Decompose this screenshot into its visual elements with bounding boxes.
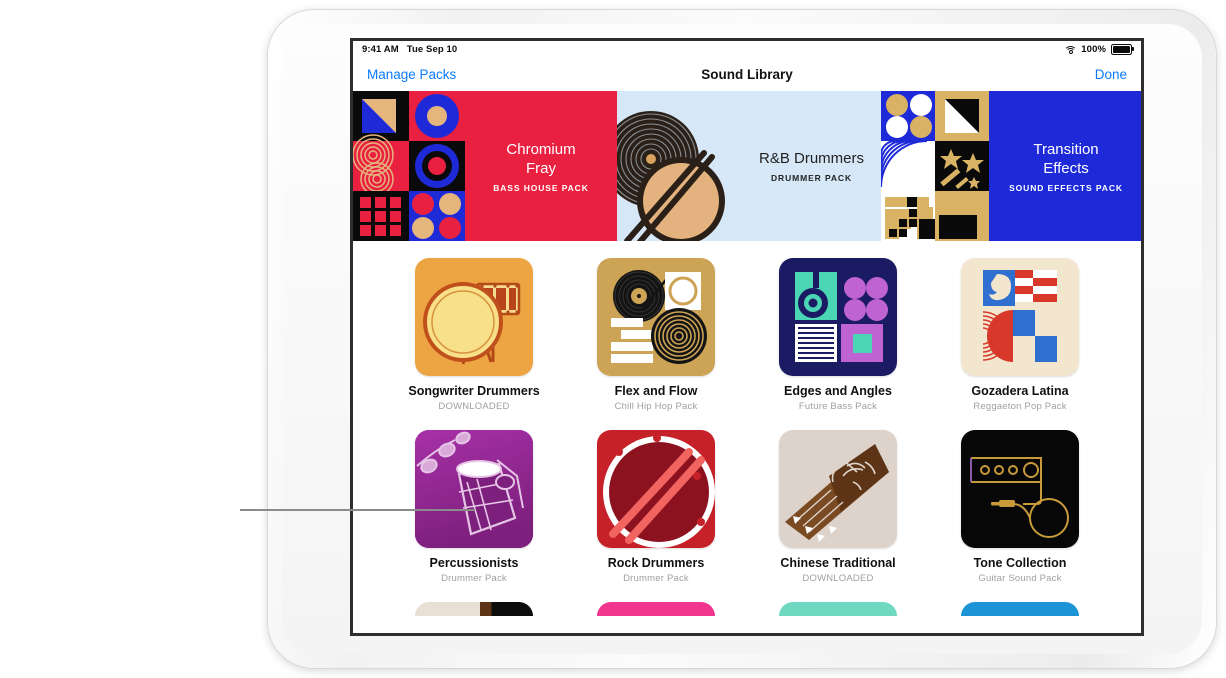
banner-title: R&B Drummers (758, 150, 864, 167)
banner-subtitle: SOUND EFFECTS PACK (1009, 182, 1123, 193)
sound-pack-grid[interactable]: Songwriter Drummers DOWNLOADED Flex and … (353, 241, 1141, 633)
page-title: Sound Library (701, 67, 793, 82)
pack-row: Songwriter Drummers DOWNLOADED Flex and … (353, 241, 1141, 412)
pack-row: Percussionists Drummer Pack Rock Drummer… (353, 412, 1141, 584)
pack-artwork (415, 430, 533, 548)
banner-chromium-fray[interactable]: Chromium Fray BASS HOUSE PACK (353, 91, 617, 241)
pack-artwork (597, 258, 715, 376)
pack-artwork (961, 258, 1079, 376)
pack-item-edges-and-angles[interactable]: Edges and Angles Future Bass Pack (747, 258, 929, 412)
pack-artwork (961, 602, 1079, 616)
banner-subtitle: DRUMMER PACK (771, 173, 852, 183)
pack-subtitle: Reggaeton Pop Pack (973, 401, 1067, 412)
status-date: Tue Sep 10 (406, 44, 458, 55)
pack-item-partial-2[interactable] (565, 602, 747, 616)
pack-item-flex-and-flow[interactable]: Flex and Flow Chill Hip Hop Pack (565, 258, 747, 412)
callout-line (240, 509, 475, 511)
pack-name: Edges and Angles (784, 384, 892, 398)
pack-name: Flex and Flow (614, 384, 698, 398)
navigation-bar: Manage Packs Sound Library Done (353, 58, 1141, 91)
pack-subtitle: Drummer Pack (441, 573, 507, 584)
pack-item-tone-collection[interactable]: Tone Collection Guitar Sound Pack (929, 430, 1111, 584)
banner-rnb-drummers-art (617, 111, 725, 241)
banner-title: Transition Effects (1033, 140, 1099, 177)
battery-percent-label: 100% (1081, 44, 1106, 55)
pack-item-songwriter-drummers[interactable]: Songwriter Drummers DOWNLOADED (383, 258, 565, 412)
pack-artwork (779, 430, 897, 548)
status-bar-right: 100% (1064, 44, 1134, 55)
pack-item-partial-4[interactable] (929, 602, 1111, 616)
pack-item-partial-3[interactable] (747, 602, 929, 616)
status-bar: 9:41 AM Tue Sep 10 100% (353, 41, 1141, 58)
pack-name: Songwriter Drummers (408, 384, 540, 398)
pack-item-rock-drummers[interactable]: Rock Drummers Drummer Pack (565, 430, 747, 584)
pack-name: Rock Drummers (607, 556, 705, 570)
pack-artwork (415, 602, 533, 616)
pack-name: Tone Collection (973, 556, 1067, 570)
pack-item-partial-1[interactable] (383, 602, 565, 616)
pack-subtitle: DOWNLOADED (438, 401, 510, 412)
pack-item-chinese-traditional[interactable]: Chinese Traditional DOWNLOADED (747, 430, 929, 584)
pack-artwork (597, 430, 715, 548)
pack-item-gozadera-latina[interactable]: Gozadera Latina Reggaeton Pop Pack (929, 258, 1111, 412)
banner-transition-effects-art (881, 91, 989, 241)
pack-subtitle: Guitar Sound Pack (978, 573, 1062, 584)
pack-artwork (415, 258, 533, 376)
pack-row-partial (353, 584, 1141, 616)
banner-rnb-drummers-text: R&B Drummers DRUMMER PACK (742, 91, 881, 241)
banner-subtitle: BASS HOUSE PACK (493, 182, 589, 193)
wifi-icon (1064, 45, 1078, 55)
banner-chromium-fray-art (353, 91, 465, 241)
banner-transition-effects-text: Transition Effects SOUND EFFECTS PACK (989, 91, 1141, 241)
featured-banner-carousel[interactable]: Chromium Fray BASS HOUSE PACK R&B Drumme… (353, 91, 1141, 241)
banner-title: Chromium Fray (506, 140, 576, 177)
pack-name: Gozadera Latina (971, 384, 1069, 398)
pack-artwork (779, 602, 897, 616)
pack-subtitle: Chill Hip Hop Pack (614, 401, 698, 412)
pack-artwork (961, 430, 1079, 548)
ipad-screen: 9:41 AM Tue Sep 10 100% Manage Packs Sou… (350, 38, 1144, 636)
pack-name: Percussionists (429, 556, 519, 570)
pack-subtitle: Drummer Pack (623, 573, 689, 584)
pack-artwork (597, 602, 715, 616)
pack-subtitle: DOWNLOADED (802, 573, 874, 584)
status-time: 9:41 AM (362, 44, 399, 55)
pack-artwork (779, 258, 897, 376)
banner-rnb-drummers[interactable]: R&B Drummers DRUMMER PACK (617, 91, 881, 241)
battery-icon (1111, 44, 1134, 55)
pack-subtitle: Future Bass Pack (798, 401, 878, 412)
pack-item-percussionists[interactable]: Percussionists Drummer Pack (383, 430, 565, 584)
pack-name: Chinese Traditional (780, 556, 896, 570)
status-bar-left: 9:41 AM Tue Sep 10 (362, 44, 457, 55)
banner-chromium-fray-text: Chromium Fray BASS HOUSE PACK (465, 91, 617, 241)
banner-transition-effects[interactable]: Transition Effects SOUND EFFECTS PACK (881, 91, 1141, 241)
